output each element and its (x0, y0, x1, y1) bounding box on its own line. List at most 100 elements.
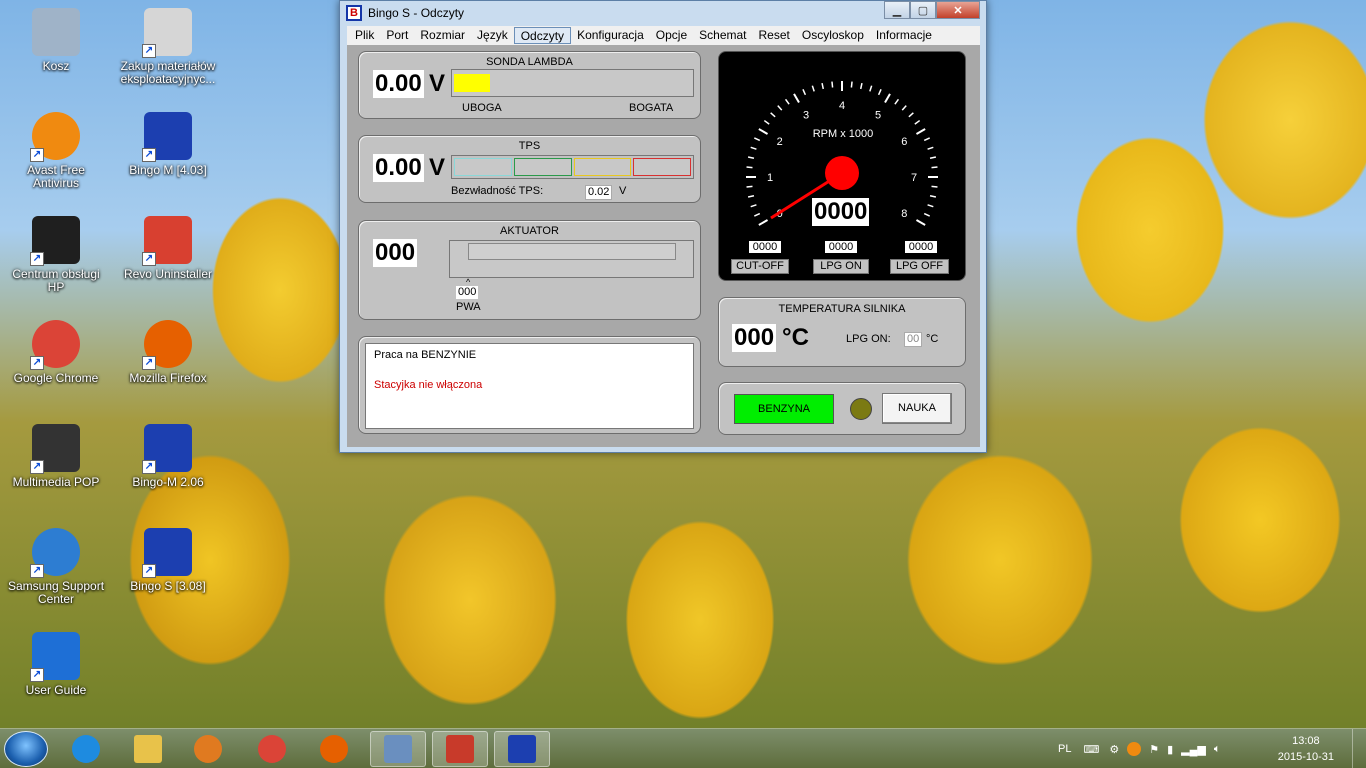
show-desktop-button[interactable] (1352, 729, 1366, 768)
app-logo-icon: B (346, 5, 362, 21)
rpm-tick (831, 81, 834, 88)
rpm-tick (859, 82, 863, 90)
title-bar[interactable]: B Bingo S - Odczyty ▁ ▢ ✕ (340, 1, 986, 25)
lambda-rich-label: BOGATA (629, 102, 674, 114)
keyboard-icon[interactable]: ⌨ (1083, 743, 1099, 756)
firefox-icon (320, 735, 348, 763)
rpm-tick (929, 156, 937, 160)
chrome-icon (258, 735, 286, 763)
menu-item[interactable]: Odczyty (513, 27, 572, 44)
taskbar-app[interactable] (370, 731, 426, 767)
taskbar-app[interactable] (306, 731, 362, 767)
lambda-panel: SONDA LAMBDA 0.00 V UBOGA BOGATA (358, 51, 701, 119)
menu-item[interactable]: Język (471, 27, 514, 44)
rpm-tick-label: 5 (875, 110, 881, 122)
rpm-tick (901, 105, 907, 111)
rpm-tick (931, 185, 938, 188)
taskbar-app[interactable] (58, 731, 114, 767)
clock[interactable]: 13:08 2015-10-31 (1278, 733, 1334, 765)
lpg-off-button[interactable]: LPG OFF (890, 259, 949, 274)
rpm-tick (750, 146, 757, 150)
shortcut-arrow-icon: ↗ (142, 148, 156, 162)
menu-item[interactable]: Informacje (870, 27, 938, 44)
rpm-tick (802, 88, 807, 96)
pwa-label: PWA (456, 301, 481, 313)
lpg-on-rpm-value: 0000 (825, 241, 857, 253)
menu-item[interactable]: Konfiguracja (571, 27, 650, 44)
language-indicator[interactable]: PL (1058, 743, 1071, 755)
learn-button[interactable]: NAUKA (882, 393, 952, 424)
rpm-tick (923, 212, 931, 217)
shortcut-arrow-icon: ↗ (30, 148, 44, 162)
rpm-tick (770, 112, 776, 118)
menu-item[interactable]: Plik (349, 27, 380, 44)
tps-segment (573, 158, 632, 176)
menu-bar: Plik Port Rozmiar Język Odczyty Konfiguracja O… (347, 26, 980, 45)
temperature-value: 000 (732, 324, 777, 352)
desktop-icon[interactable]: ↗ User Guide (4, 632, 108, 697)
taskbar-app[interactable] (120, 731, 176, 767)
rpm-tick (884, 93, 891, 104)
cutoff-button[interactable]: CUT-OFF (731, 259, 789, 274)
lpg-on-button[interactable]: LPG ON (813, 259, 869, 274)
tps-segments (454, 158, 691, 176)
signal-icon[interactable]: ▂▄▆ (1181, 743, 1206, 756)
window-title: Bingo S - Odczyty (368, 6, 465, 20)
action-center-flag-icon[interactable]: ⚑ (1149, 743, 1159, 756)
desktop-icon[interactable]: ↗ Avast Free Antivirus (4, 112, 108, 190)
menu-item[interactable]: Port (380, 27, 414, 44)
rpm-tick (746, 185, 753, 188)
desktop-icon[interactable]: ↗ Revo Uninstaller (116, 216, 220, 281)
rpm-label: RPM x 1000 (812, 128, 874, 140)
desktop-icon[interactable]: ↗ Bingo S [3.08] (116, 528, 220, 593)
bingo-m-icon: ↗ (142, 112, 192, 162)
menu-item[interactable]: Schemat (693, 27, 752, 44)
status-led-icon (850, 398, 872, 420)
desktop-icon[interactable]: ↗ Google Chrome (4, 320, 108, 385)
desktop-icon-label: Avast Free Antivirus (27, 163, 85, 190)
rpm-tick (877, 88, 882, 96)
desktop-icon-label: Bingo M [4.03] (129, 163, 207, 177)
maximize-button[interactable]: ▢ (910, 1, 936, 19)
desktop-icon[interactable]: ↗ Mozilla Firefox (116, 320, 220, 385)
bingo-m-icon: ↗ (142, 424, 192, 474)
taskbar-app[interactable] (244, 731, 300, 767)
cutoff-value: 0000 (749, 241, 781, 253)
petrol-mode-button[interactable]: BENZYNA (734, 394, 834, 424)
taskbar-app[interactable] (494, 731, 550, 767)
power-icon[interactable]: ▮ (1167, 743, 1173, 756)
rpm-tick (763, 119, 770, 125)
desktop-icon[interactable]: Kosz (4, 8, 108, 73)
bingo-s-icon (508, 735, 536, 763)
close-button[interactable]: ✕ (936, 1, 980, 19)
toolbox-icon (446, 735, 474, 763)
taskbar-app[interactable] (180, 731, 236, 767)
hp-icon: ↗ (30, 216, 80, 266)
desktop-icon[interactable]: ↗ Centrum obsługi HP (4, 216, 108, 294)
menu-item[interactable]: Oscyloskop (796, 27, 870, 44)
network-status-icon[interactable]: ⚙ (1109, 743, 1119, 756)
temperature-unit: °C (782, 324, 809, 351)
desktop-icon[interactable]: ↗ Samsung Support Center (4, 528, 108, 606)
temp-lpg-on-value[interactable]: 00 (904, 332, 923, 347)
shortcut-arrow-icon: ↗ (142, 252, 156, 266)
menu-item[interactable]: Reset (753, 27, 796, 44)
start-button[interactable] (4, 731, 48, 767)
volume-icon[interactable]: 🔈︎ (1214, 743, 1221, 756)
rpm-tick (750, 204, 757, 208)
tps-inertia-value[interactable]: 0.02 (585, 185, 613, 200)
lambda-bar (451, 69, 694, 97)
rpm-tick (869, 85, 873, 92)
minimize-button[interactable]: ▁ (884, 1, 910, 19)
taskbar-app[interactable] (432, 731, 488, 767)
avast-tray-icon[interactable] (1127, 742, 1142, 756)
actuator-panel: AKTUATOR 000 ^ 000 PWA (358, 220, 701, 320)
menu-item[interactable]: Opcje (650, 27, 693, 44)
messages-box: Praca na BENZYNIE Stacyjka nie włączona (365, 343, 694, 429)
desktop-icon[interactable]: ↗ Bingo-M 2.06 (116, 424, 220, 489)
shortcut-arrow-icon: ↗ (142, 460, 156, 474)
menu-item[interactable]: Rozmiar (414, 27, 471, 44)
desktop-icon[interactable]: ↗ Zakup materiałów eksploatacyjnyc... (116, 8, 220, 86)
desktop-icon[interactable]: ↗ Bingo M [4.03] (116, 112, 220, 177)
desktop-icon[interactable]: ↗ Multimedia POP (4, 424, 108, 489)
